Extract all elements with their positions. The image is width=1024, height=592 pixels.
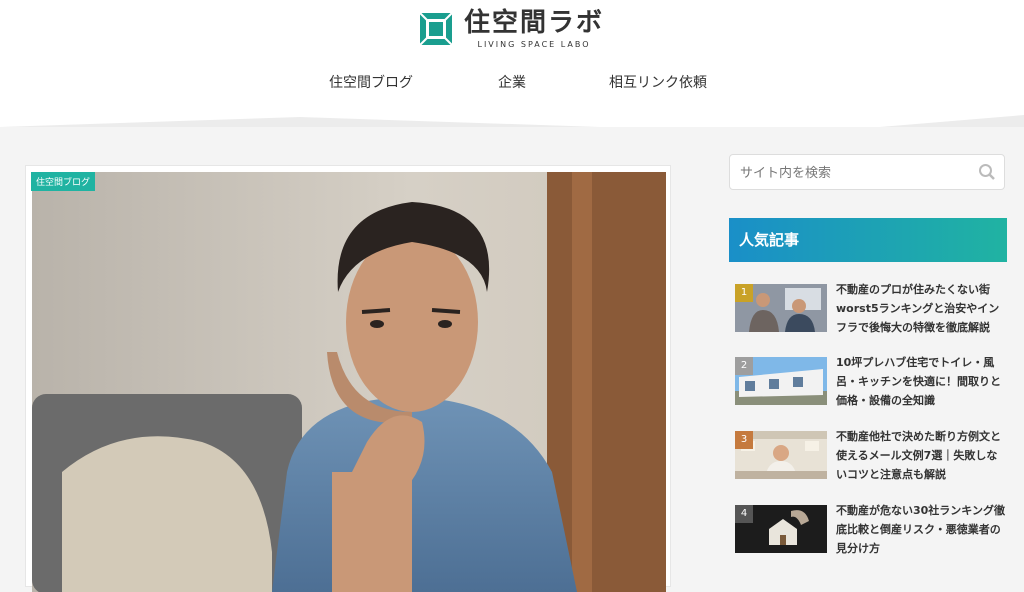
logo-title: 住空間ラボ <box>464 8 605 38</box>
popular-post-title[interactable]: 不動産他社で決めた断り方例文と使えるメール文例7選｜失敗しないコツと注意点も解説 <box>836 427 1008 484</box>
thinking-man-image <box>32 172 666 592</box>
nav-item-link-request[interactable]: 相互リンク依頼 <box>609 72 707 92</box>
search-icon[interactable] <box>978 163 996 181</box>
article-card[interactable]: 住空間ブログ <box>25 165 671 592</box>
site-header: 住空間ラボ LIVING SPACE LABO 住空間ブログ 企業 相互リンク依… <box>0 0 1024 105</box>
popular-post-title[interactable]: 不動産のプロが住みたくない街worst5ランキングと治安やインフラで後悔大の特徴… <box>836 280 1008 337</box>
site-logo[interactable]: 住空間ラボ LIVING SPACE LABO <box>418 8 604 49</box>
popular-post-item[interactable]: 4 不動産が危ない30社ランキング徹底比較と倒産リスク・悪徳業者の見分け方 <box>735 504 1015 559</box>
rank-badge: 1 <box>735 284 753 302</box>
rank-badge: 2 <box>735 357 753 375</box>
rank-badge: 4 <box>735 505 753 523</box>
category-label[interactable]: 住空間ブログ <box>31 172 96 191</box>
nav-item-blog[interactable]: 住空間ブログ <box>329 72 413 92</box>
header-divider-band <box>0 105 1024 127</box>
popular-post-title[interactable]: 10坪プレハブ住宅でトイレ・風呂・キッチンを快適に！間取りと価格・設備の全知識 <box>836 353 1008 410</box>
logo-subtitle: LIVING SPACE LABO <box>477 40 591 49</box>
logo-cube-icon <box>419 11 453 46</box>
site-search <box>729 154 1005 191</box>
rank-badge: 3 <box>735 431 753 449</box>
popular-post-item[interactable]: 1 不動産のプロが住みたくない街worst5ランキングと治安やインフラで後悔大の… <box>735 283 1015 338</box>
popular-post-item[interactable]: 3 不動産他社で決めた断り方例文と使えるメール文例7選｜失敗しないコツと注意点も… <box>735 430 1015 485</box>
nav-item-company[interactable]: 企業 <box>498 72 526 92</box>
popular-posts-heading: 人気記事 <box>729 218 1007 262</box>
popular-post-item[interactable]: 2 10坪プレハブ住宅でトイレ・風呂・キッチンを快適に！間取りと価格・設備の全知… <box>735 356 1015 411</box>
search-input[interactable] <box>730 155 978 191</box>
main-nav: 住空間ブログ 企業 相互リンク依頼 <box>0 72 1024 92</box>
article-eyecatch-image[interactable] <box>32 172 666 592</box>
popular-post-title[interactable]: 不動産が危ない30社ランキング徹底比較と倒産リスク・悪徳業者の見分け方 <box>836 501 1008 558</box>
